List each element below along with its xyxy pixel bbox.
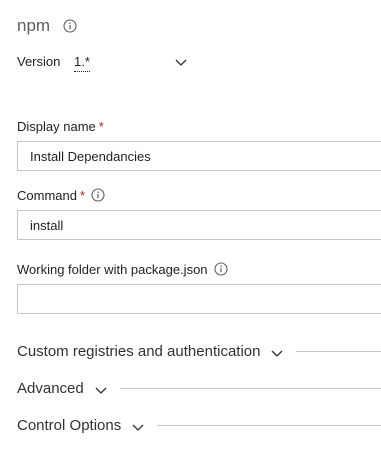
display-name-label: Display name *	[17, 118, 104, 136]
section-label: Advanced	[17, 379, 84, 397]
command-label: Command *	[17, 187, 105, 207]
version-value-link[interactable]: 1.*	[74, 53, 90, 72]
display-name-input[interactable]	[17, 141, 381, 171]
chevron-down-icon	[94, 383, 108, 394]
working-folder-input[interactable]	[17, 284, 381, 314]
section-divider	[157, 424, 381, 426]
section-divider	[296, 350, 381, 352]
info-icon[interactable]	[213, 262, 228, 281]
chevron-down-icon[interactable]	[174, 55, 188, 66]
section-advanced[interactable]: Advanced	[17, 376, 381, 400]
display-name-label-text: Display name	[17, 119, 96, 134]
working-folder-label: Working folder with package.json	[17, 261, 228, 281]
command-label-text: Command	[17, 188, 77, 203]
section-control-options[interactable]: Control Options	[17, 413, 381, 437]
task-panel: npm Version 1.* Display name* Command* W…	[0, 0, 381, 471]
section-divider	[119, 387, 381, 389]
chevron-down-icon	[131, 420, 145, 431]
section-label: Custom registries and authentication	[17, 342, 261, 360]
working-folder-label-text: Working folder with package.json	[17, 262, 208, 277]
version-label: Version	[17, 54, 61, 69]
section-label: Control Options	[17, 416, 122, 434]
required-marker: *	[98, 119, 104, 134]
command-input[interactable]	[17, 210, 381, 240]
required-marker: *	[79, 188, 86, 203]
section-custom-registries[interactable]: Custom registries and authentication	[17, 339, 381, 363]
chevron-down-icon	[270, 346, 284, 357]
info-icon[interactable]	[91, 188, 105, 207]
info-icon[interactable]	[63, 19, 77, 33]
task-title: npm	[17, 16, 51, 35]
